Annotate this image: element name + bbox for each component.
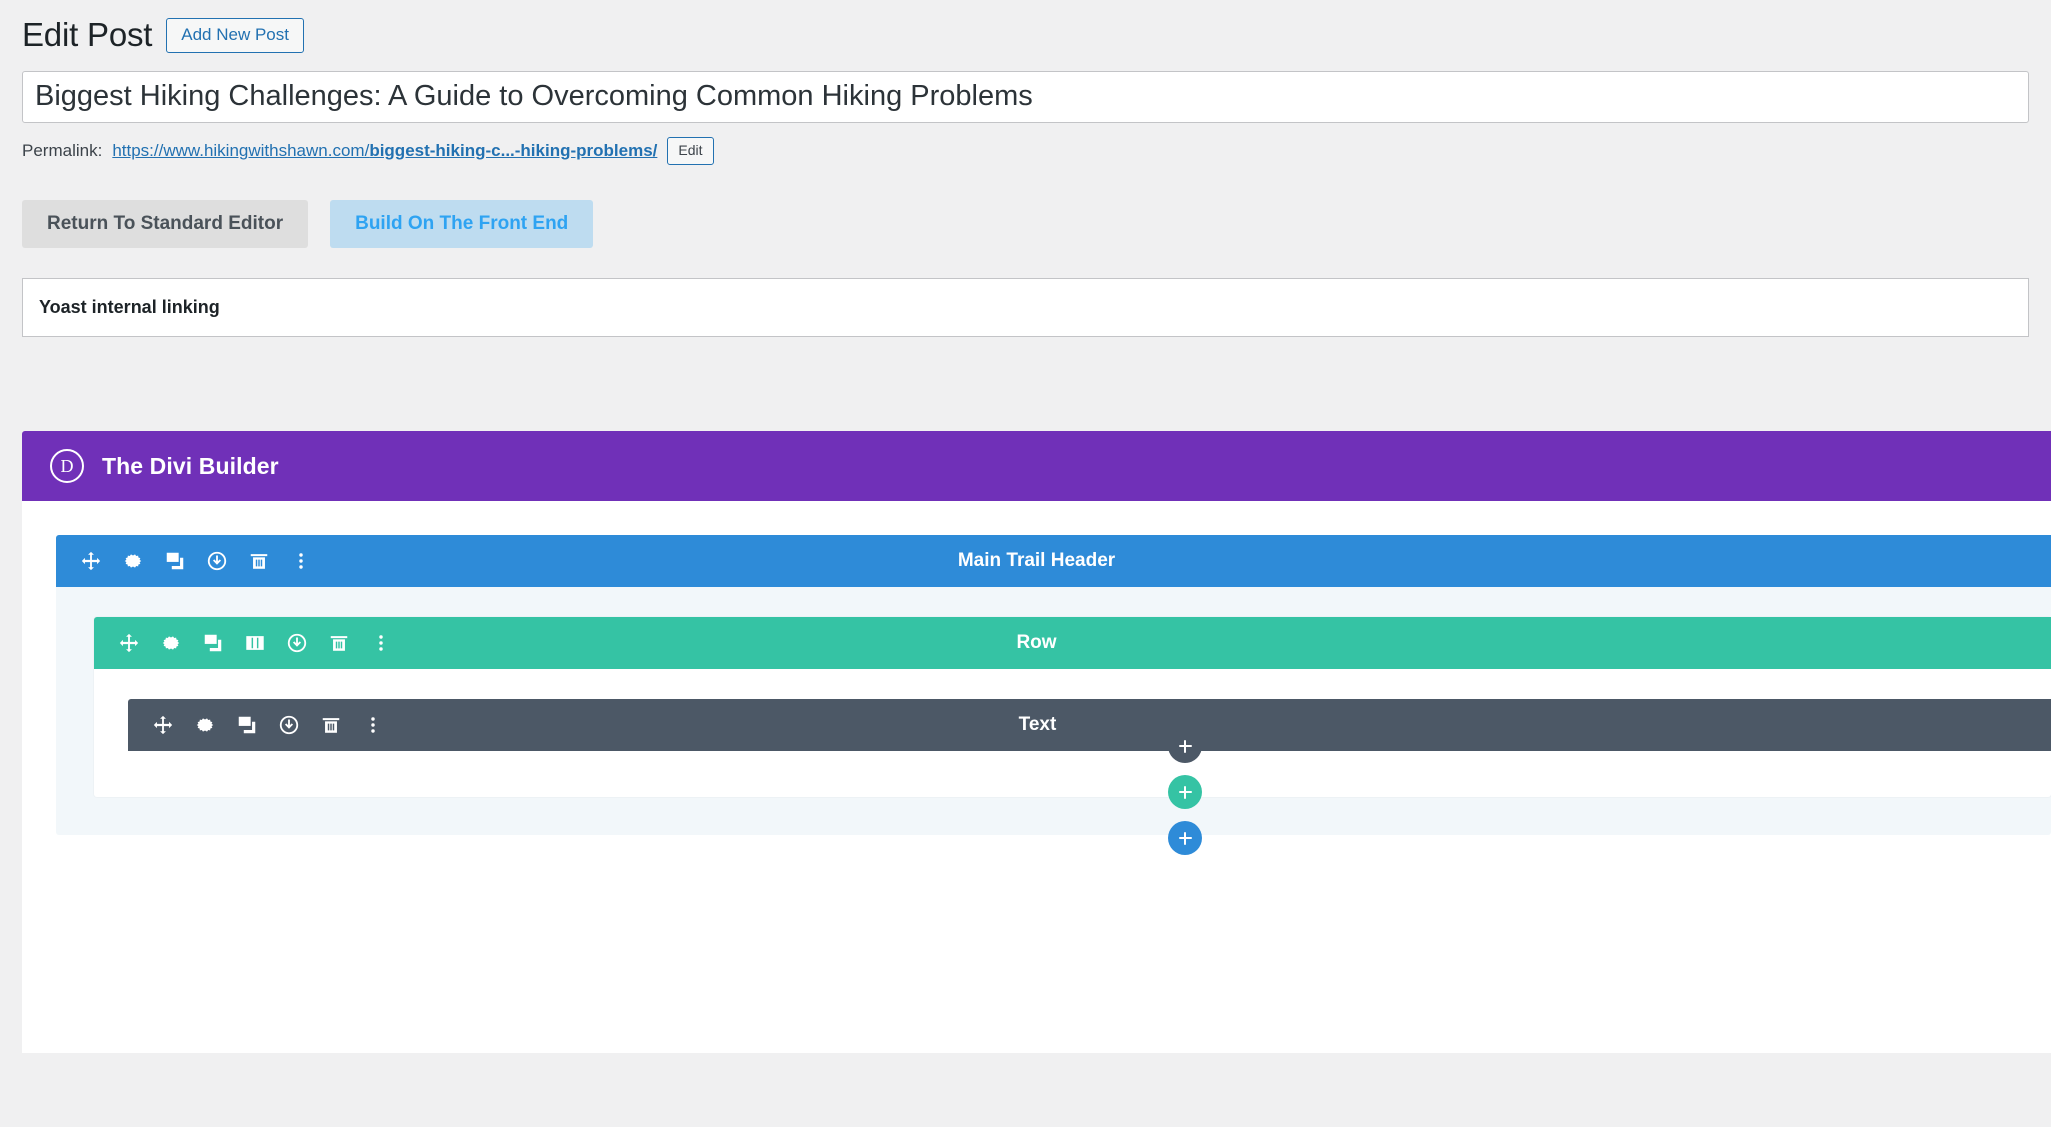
- duplicate-icon[interactable]: [202, 632, 224, 654]
- trash-icon[interactable]: [248, 550, 270, 572]
- divi-builder-header: D The Divi Builder: [22, 431, 2051, 502]
- more-options-icon[interactable]: [370, 632, 392, 654]
- permalink-row: Permalink: https://www.hikingwithshawn.c…: [0, 123, 2051, 165]
- editor-toggle-row: Return To Standard Editor Build On The F…: [0, 165, 2051, 249]
- divi-builder-title: The Divi Builder: [102, 452, 279, 479]
- move-icon[interactable]: [80, 550, 102, 572]
- power-icon[interactable]: [278, 714, 300, 736]
- return-to-standard-editor-button[interactable]: Return To Standard Editor: [22, 199, 309, 249]
- permalink-edit-button[interactable]: Edit: [667, 136, 714, 165]
- gear-icon[interactable]: [160, 632, 182, 654]
- more-options-icon[interactable]: [362, 714, 384, 736]
- move-icon[interactable]: [152, 714, 174, 736]
- yoast-internal-linking-panel[interactable]: Yoast internal linking: [22, 278, 2029, 338]
- module-toolbar: Text: [128, 699, 2051, 752]
- add-section-button[interactable]: [1168, 821, 1202, 855]
- trash-icon[interactable]: [328, 632, 350, 654]
- divi-section: Main Trail Header Row Text: [56, 535, 2051, 836]
- editor-header: Edit Post Add New Post: [0, 0, 2051, 57]
- row-toolbar: Row: [94, 617, 2051, 670]
- more-options-icon[interactable]: [290, 550, 312, 572]
- row-label: Row: [1016, 632, 1057, 654]
- permalink-label: Permalink:: [22, 140, 103, 160]
- permalink-base-url: https://www.hikingwithshawn.com/: [112, 140, 370, 160]
- divi-logo-icon: D: [50, 449, 84, 484]
- add-module-button[interactable]: [1168, 729, 1202, 763]
- section-toolbar: Main Trail Header: [56, 535, 2051, 588]
- yoast-panel-title: Yoast internal linking: [39, 297, 220, 318]
- divi-builder: D The Divi Builder Main Trail Header Row…: [22, 431, 2051, 1054]
- move-icon[interactable]: [118, 632, 140, 654]
- permalink-link[interactable]: https://www.hikingwithshawn.com/biggest-…: [112, 141, 657, 161]
- build-on-the-front-end-button[interactable]: Build On The Front End: [330, 199, 594, 249]
- permalink-slug: biggest-hiking-c...-hiking-problems/: [369, 140, 658, 160]
- post-title-field-wrapper: [0, 57, 2051, 123]
- gear-icon[interactable]: [194, 714, 216, 736]
- add-row-button[interactable]: [1168, 775, 1202, 809]
- divi-row: Row Text: [94, 617, 2051, 798]
- duplicate-icon[interactable]: [236, 714, 258, 736]
- power-icon[interactable]: [206, 550, 228, 572]
- divi-builder-body: Main Trail Header Row Text: [22, 501, 2051, 1054]
- power-icon[interactable]: [286, 632, 308, 654]
- add-buttons-group: [1168, 729, 1202, 855]
- page-title: Edit Post: [22, 16, 153, 53]
- gear-icon[interactable]: [122, 550, 144, 572]
- trash-icon[interactable]: [320, 714, 342, 736]
- add-new-post-button[interactable]: Add New Post: [166, 17, 304, 54]
- post-title-input[interactable]: [22, 70, 2029, 123]
- duplicate-icon[interactable]: [164, 550, 186, 572]
- section-label: Main Trail Header: [957, 550, 1116, 572]
- divi-module: Text: [128, 699, 2051, 768]
- columns-icon[interactable]: [244, 632, 266, 654]
